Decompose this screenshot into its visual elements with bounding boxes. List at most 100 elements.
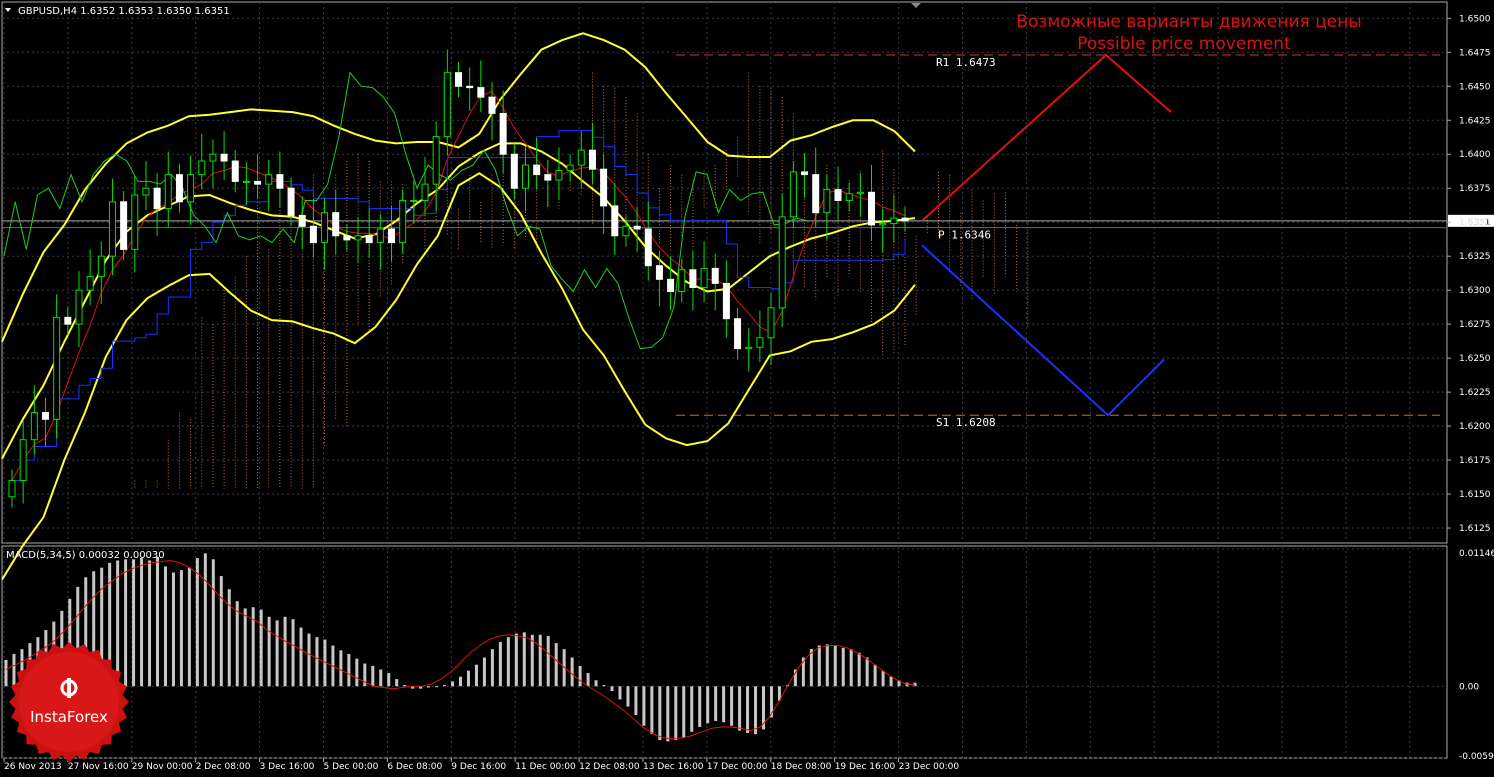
macd-bar <box>754 686 758 735</box>
candle-body <box>209 153 217 162</box>
macd-bar <box>698 686 702 727</box>
macd-bar <box>235 601 239 687</box>
candle-body <box>53 316 61 420</box>
candle-body <box>588 149 596 170</box>
candle-body <box>242 180 250 183</box>
macd-bar <box>506 637 510 687</box>
candle-body <box>611 205 619 237</box>
macd-bar <box>626 686 630 707</box>
annotation-ru: Возможные варианты движения цены <box>1016 12 1362 32</box>
macd-bar <box>730 686 734 726</box>
macd-bar <box>307 633 311 687</box>
candle-body <box>343 235 351 241</box>
annotation-en: Possible price movement <box>1077 34 1291 54</box>
candle-body <box>801 171 809 176</box>
macd-bar <box>124 559 128 687</box>
candle-body <box>265 174 273 185</box>
macd-bar <box>219 576 223 687</box>
candle-body <box>354 235 362 241</box>
macd-bar <box>315 637 319 687</box>
y-tick-label: 1.6450 <box>1459 82 1491 92</box>
candle-body <box>555 170 563 181</box>
macd-bar <box>849 649 853 687</box>
candle-body <box>175 174 183 203</box>
candle-body <box>164 174 172 210</box>
macd-bar <box>498 641 502 687</box>
candle-body <box>521 164 529 189</box>
candle-body <box>142 187 150 196</box>
y-tick-label: 1.6400 <box>1459 150 1491 160</box>
macd-bar <box>873 664 877 687</box>
symbol-header: GBPUSD,H4 1.6352 1.6353 1.6350 1.6351 <box>18 6 230 17</box>
macd-bar <box>738 686 742 731</box>
candle-body <box>298 214 306 227</box>
candle-body <box>655 265 663 280</box>
candle-body <box>700 267 708 288</box>
macd-bar <box>554 643 558 687</box>
macd-bar <box>379 669 383 687</box>
candle-body <box>600 168 608 207</box>
macd-bar <box>275 620 279 687</box>
y-tick-label: 1.6225 <box>1459 388 1491 398</box>
macd-bar <box>355 658 359 687</box>
candle-body <box>75 289 83 325</box>
y-tick-label: 1.6350 <box>1459 218 1491 228</box>
x-tick-label: 5 Dec 00:00 <box>324 762 379 772</box>
candle-body <box>678 269 686 293</box>
macd-bar <box>881 670 885 687</box>
level-label-r1: R1 1.6473 <box>936 56 996 69</box>
macd-bar <box>299 627 303 687</box>
macd-bar <box>714 686 718 721</box>
macd-bar <box>538 634 542 687</box>
macd-bar <box>148 560 152 687</box>
macd-bar <box>283 616 287 687</box>
candle-body <box>756 337 764 348</box>
macd-bar <box>347 653 351 687</box>
y-tick-label: 1.6425 <box>1459 116 1491 126</box>
x-tick-label: 9 Dec 16:00 <box>451 762 506 772</box>
y-tick-label: 1.6375 <box>1459 184 1491 194</box>
candle-body <box>231 160 239 182</box>
y-tick-label: 1.6500 <box>1459 14 1491 24</box>
macd-bar <box>466 670 470 687</box>
macd-bar <box>474 664 478 687</box>
macd-bar <box>387 673 391 687</box>
candle-body <box>30 412 38 441</box>
x-tick-label: 17 Dec 00:00 <box>707 762 768 772</box>
macd-bar <box>171 572 175 687</box>
macd-bar <box>227 589 231 687</box>
macd-bar <box>12 653 16 687</box>
candle-body <box>443 72 451 138</box>
candle-body <box>376 228 384 244</box>
candle-body <box>64 316 72 325</box>
logo-circle <box>19 652 119 752</box>
macd-bar <box>682 686 686 738</box>
candle-body <box>410 199 418 202</box>
macd-bar <box>451 681 455 687</box>
logo-text: InstaForex <box>30 708 108 726</box>
candle-body <box>41 412 49 420</box>
macd-bar <box>570 657 574 687</box>
candle-body <box>722 282 730 320</box>
candle-body <box>577 149 585 166</box>
candle-body <box>566 164 574 172</box>
macd-bar <box>243 608 247 687</box>
candle-body <box>711 267 719 284</box>
candle-body <box>131 194 139 250</box>
candle-body <box>644 228 652 267</box>
macd-bar <box>586 673 590 687</box>
candle-body <box>309 225 317 244</box>
macd-bar <box>618 686 622 700</box>
chart-svg: R1 1.6473P 1.6346S1 1.62081.6351 1.65001… <box>0 0 1494 773</box>
macd-bar <box>706 686 710 724</box>
y-tick-label: 1.6150 <box>1459 490 1491 500</box>
candle-body <box>86 276 94 291</box>
chart-window: R1 1.6473 P 1.6346 S1 1.6208 1.6351 1.6500 1… <box>0 0 1494 773</box>
macd-bar <box>116 560 120 687</box>
macd-bar <box>666 686 670 742</box>
macd-bar <box>642 686 646 726</box>
x-tick-label: 6 Dec 08:00 <box>387 762 442 772</box>
macd-bar <box>140 558 144 687</box>
x-tick-label: 27 Nov 16:00 <box>68 762 129 772</box>
macd-bar <box>809 649 813 687</box>
